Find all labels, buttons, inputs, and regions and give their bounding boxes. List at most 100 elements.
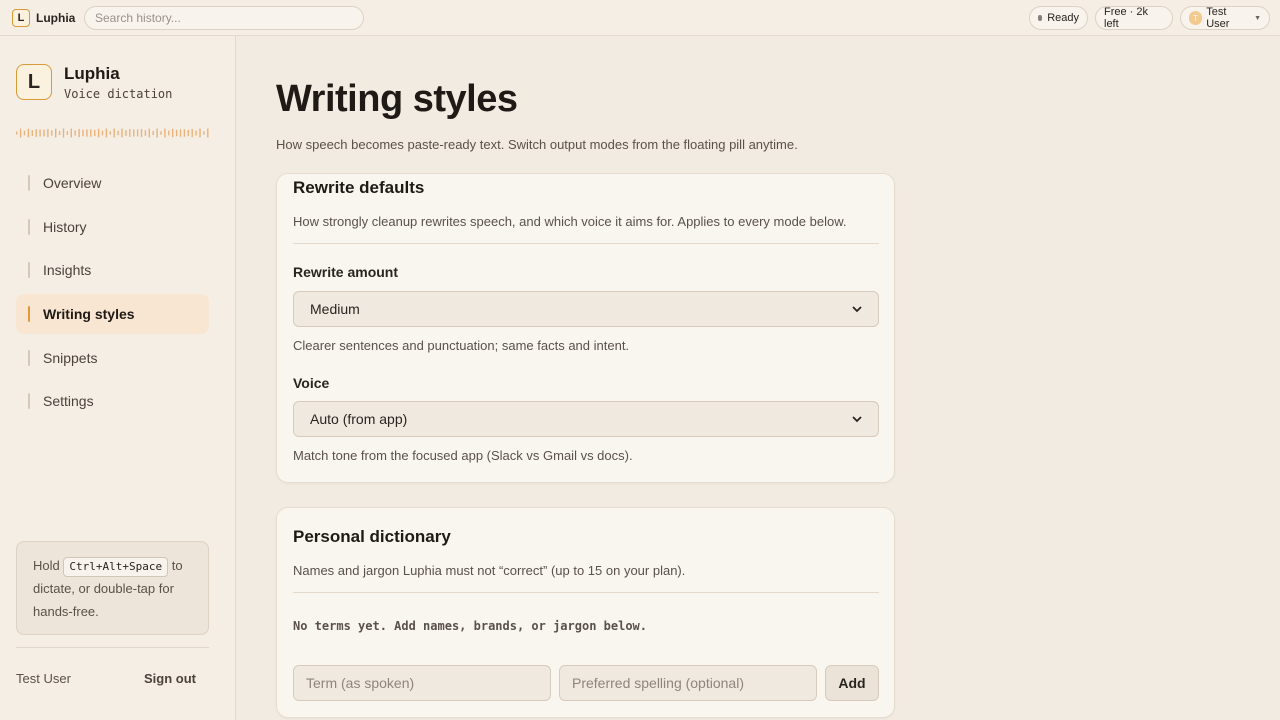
search-history-input[interactable] xyxy=(84,6,364,30)
dictation-tip: Hold Ctrl+Alt+Space to dictate, or doubl… xyxy=(16,541,209,635)
nav-indicator xyxy=(28,350,30,366)
nav-indicator xyxy=(28,219,30,235)
wave-bar xyxy=(191,128,193,138)
sidebar-item-history[interactable]: History xyxy=(16,207,209,247)
waveform-icon xyxy=(16,128,209,138)
sidebar-item-overview[interactable]: Overview xyxy=(16,163,209,203)
user-name: Test User xyxy=(1206,6,1230,30)
brand-subtitle: Voice dictation xyxy=(64,87,173,101)
chevron-down-icon: ▼ xyxy=(1254,14,1261,22)
empty-state-text: No terms yet. Add names, brands, or jarg… xyxy=(293,619,648,633)
page-title: Writing styles xyxy=(276,78,518,120)
sidebar-item-label: Overview xyxy=(43,175,102,191)
wave-bar xyxy=(31,130,33,136)
wave-bar xyxy=(70,128,72,138)
wave-bar xyxy=(47,128,49,138)
card-description: Names and jargon Luphia must not “correc… xyxy=(293,563,686,578)
page-subtitle: How speech becomes paste-ready text. Swi… xyxy=(276,137,798,152)
sidebar-item-snippets[interactable]: Snippets xyxy=(16,338,209,378)
wave-bar xyxy=(121,128,123,138)
wave-bar xyxy=(82,129,84,137)
wave-bar xyxy=(66,131,69,135)
wave-bar xyxy=(35,129,37,137)
wave-bar xyxy=(156,128,158,138)
card-description: How strongly cleanup rewrites speech, an… xyxy=(293,214,847,229)
wave-bar xyxy=(187,129,189,137)
voice-label: Voice xyxy=(293,375,330,391)
wave-bar xyxy=(203,131,205,135)
select-value: Medium xyxy=(310,301,360,317)
wave-bar xyxy=(168,130,170,136)
wave-bar xyxy=(195,130,197,136)
wave-bar xyxy=(144,130,147,136)
wave-bar xyxy=(172,128,174,138)
wave-bar xyxy=(86,129,88,137)
wave-bar xyxy=(90,129,92,137)
wave-bar xyxy=(152,130,154,136)
wave-bar xyxy=(140,128,143,138)
nav-indicator xyxy=(28,262,30,278)
wave-bar xyxy=(51,130,53,136)
wave-bar xyxy=(16,131,18,135)
sidebar-user-name: Test User xyxy=(16,671,71,686)
wave-bar xyxy=(183,129,186,137)
wave-bar xyxy=(160,131,162,135)
nav-indicator xyxy=(28,175,30,191)
sidebar-item-label: History xyxy=(43,219,87,235)
sidebar-item-settings[interactable]: Settings xyxy=(16,381,209,421)
plan-badge[interactable]: Free · 2k left xyxy=(1095,6,1173,30)
nav-indicator xyxy=(28,393,30,409)
wave-bar xyxy=(175,129,178,137)
chevron-down-icon xyxy=(852,306,862,313)
nav-indicator xyxy=(28,306,30,322)
sidebar-item-label: Settings xyxy=(43,393,94,409)
wave-bar xyxy=(94,129,96,137)
select-value: Auto (from app) xyxy=(310,411,408,427)
status-badge: Ready xyxy=(1029,6,1088,30)
divider xyxy=(293,592,879,593)
chevron-down-icon xyxy=(852,416,862,423)
wave-bar xyxy=(133,129,135,137)
brand-name: Luphia xyxy=(64,64,120,83)
rewrite-amount-select[interactable]: Medium xyxy=(293,291,879,327)
top-bar: L Luphia Ready Free · 2k left T Test Use… xyxy=(0,0,1280,36)
card-title: Rewrite defaults xyxy=(293,178,425,197)
term-input[interactable] xyxy=(293,665,551,701)
wave-bar xyxy=(179,129,182,137)
sidebar: L Luphia Voice dictation Overview Histor… xyxy=(0,36,236,720)
wave-bar xyxy=(109,131,111,135)
wave-bar xyxy=(55,128,57,138)
wave-bar xyxy=(105,128,108,138)
sidebar-item-insights[interactable]: Insights xyxy=(16,250,209,290)
status-dot-icon xyxy=(1038,15,1043,21)
wave-bar xyxy=(148,128,150,138)
sidebar-item-writing-styles[interactable]: Writing styles xyxy=(16,294,209,334)
personal-dictionary-card: Personal dictionary Names and jargon Lup… xyxy=(276,507,895,718)
sign-out-button[interactable]: Sign out xyxy=(144,671,196,686)
wave-bar xyxy=(136,129,139,137)
wave-bar xyxy=(62,128,65,138)
wave-bar xyxy=(117,130,119,136)
rewrite-defaults-card: Rewrite defaults How strongly cleanup re… xyxy=(276,173,895,483)
plan-text: Free · 2k left xyxy=(1104,6,1149,30)
preferred-spelling-input[interactable] xyxy=(559,665,817,701)
voice-select[interactable]: Auto (from app) xyxy=(293,401,879,437)
add-term-button[interactable]: Add xyxy=(825,665,879,701)
shortcut-key: Ctrl+Alt+Space xyxy=(63,557,169,577)
voice-help: Match tone from the focused app (Slack v… xyxy=(293,448,633,463)
avatar: T xyxy=(1189,11,1203,25)
wave-bar xyxy=(125,130,127,136)
user-menu-button[interactable]: T Test User ▼ xyxy=(1180,6,1270,30)
sidebar-item-label: Insights xyxy=(43,262,92,278)
wave-bar xyxy=(164,128,166,138)
tip-prefix: Hold xyxy=(33,558,60,573)
wave-bar xyxy=(97,128,100,138)
wave-bar xyxy=(78,128,80,138)
divider xyxy=(293,243,879,244)
sidebar-item-label: Snippets xyxy=(43,350,98,366)
card-title: Personal dictionary xyxy=(293,527,451,546)
app-name: Luphia xyxy=(36,11,76,25)
wave-bar xyxy=(19,128,22,138)
wave-bar xyxy=(27,128,30,138)
wave-bar xyxy=(113,128,115,138)
